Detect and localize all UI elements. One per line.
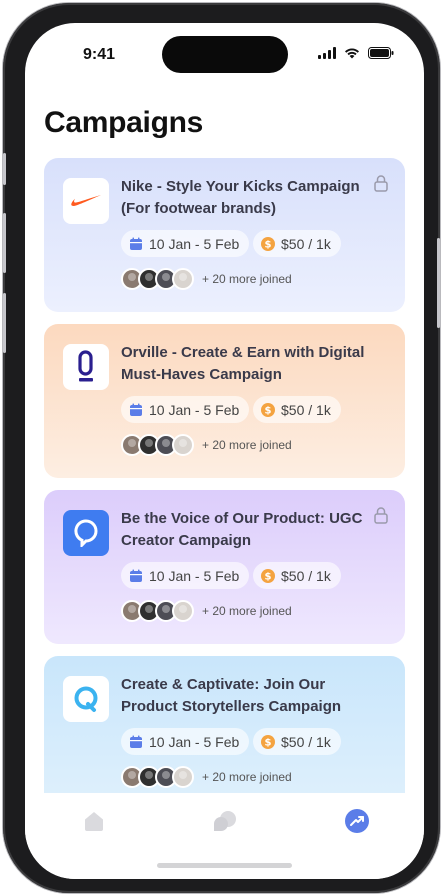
- chat-pin-logo: [63, 510, 109, 556]
- volume-down-button: [3, 293, 6, 353]
- tab-bar: [25, 793, 424, 879]
- calendar-icon: [130, 569, 142, 582]
- date-range-text: 10 Jan - 5 Feb: [149, 401, 240, 418]
- campaign-card-ugc[interactable]: Be the Voice of Our Product: UGC Creator…: [44, 490, 405, 644]
- coin-icon: $: [261, 236, 275, 251]
- avatar: [172, 766, 194, 788]
- home-indicator[interactable]: [157, 863, 292, 868]
- date-range-pill: 10 Jan - 5 Feb: [121, 396, 250, 423]
- price-pill: $ $50 / 1k: [253, 728, 341, 755]
- price-text: $50 / 1k: [281, 733, 331, 750]
- battery-icon: [368, 47, 394, 59]
- nike-logo: [63, 178, 109, 224]
- status-time: 9:41: [83, 46, 116, 63]
- page-title: Campaigns: [44, 106, 204, 139]
- svg-text:$: $: [265, 239, 272, 250]
- coin-icon: $: [261, 568, 275, 583]
- wifi-icon: [345, 48, 359, 59]
- dynamic-island: [162, 36, 288, 73]
- campaign-card-orville[interactable]: Orville - Create & Earn with Digital Mus…: [44, 324, 405, 478]
- q-logo: [63, 676, 109, 722]
- date-range-pill: 10 Jan - 5 Feb: [121, 230, 250, 257]
- campaign-title: Nike - Style Your Kicks Campaign (For fo…: [121, 178, 360, 217]
- participants: + 20 more joined: [121, 268, 292, 290]
- avatar: [172, 434, 194, 456]
- orville-logo: [63, 344, 109, 390]
- avatar: [172, 600, 194, 622]
- svg-text:$: $: [265, 737, 272, 748]
- campaign-title: Be the Voice of Our Product: UGC Creator…: [121, 510, 363, 549]
- lock-icon[interactable]: [373, 506, 389, 524]
- calendar-icon: [130, 237, 142, 250]
- participants: + 20 more joined: [121, 600, 292, 622]
- status-icons: [318, 47, 394, 59]
- price-text: $50 / 1k: [281, 401, 331, 418]
- campaign-card-nike[interactable]: Nike - Style Your Kicks Campaign (For fo…: [44, 158, 405, 312]
- coin-icon: $: [261, 402, 275, 417]
- tab-home[interactable]: [80, 807, 108, 835]
- price-pill: $ $50 / 1k: [253, 230, 341, 257]
- date-range-text: 10 Jan - 5 Feb: [149, 567, 240, 584]
- svg-text:$: $: [265, 571, 272, 582]
- participants: + 20 more joined: [121, 434, 292, 456]
- volume-up-button: [3, 213, 6, 273]
- coin-icon: $: [261, 734, 275, 749]
- lock-icon[interactable]: [373, 174, 389, 192]
- price-text: $50 / 1k: [281, 567, 331, 584]
- joined-count: + 20 more joined: [202, 438, 292, 452]
- participants: + 20 more joined: [121, 766, 292, 788]
- price-pill: $ $50 / 1k: [253, 396, 341, 423]
- price-text: $50 / 1k: [281, 235, 331, 252]
- joined-count: + 20 more joined: [202, 272, 292, 286]
- joined-count: + 20 more joined: [202, 604, 292, 618]
- mute-switch: [3, 153, 6, 185]
- growth-arrow-icon: [345, 809, 369, 833]
- power-button: [437, 238, 440, 328]
- joined-count: + 20 more joined: [202, 770, 292, 784]
- tab-growth[interactable]: [343, 807, 371, 835]
- date-range-text: 10 Jan - 5 Feb: [149, 733, 240, 750]
- campaign-title: Orville - Create & Earn with Digital Mus…: [121, 344, 365, 383]
- chat-bubbles-icon: [214, 811, 236, 831]
- phone-frame: 9:41 Campaigns Nike - Style Your Kicks C…: [3, 3, 440, 893]
- svg-text:$: $: [265, 405, 272, 416]
- campaign-title: Create & Captivate: Join Our Product Sto…: [121, 676, 342, 715]
- date-range-pill: 10 Jan - 5 Feb: [121, 562, 250, 589]
- screen: 9:41 Campaigns Nike - Style Your Kicks C…: [25, 23, 424, 879]
- price-pill: $ $50 / 1k: [253, 562, 341, 589]
- avatar: [172, 268, 194, 290]
- tab-chat[interactable]: [211, 807, 239, 835]
- calendar-icon: [130, 735, 142, 748]
- home-icon: [85, 812, 103, 831]
- signal-icon: [318, 47, 336, 59]
- calendar-icon: [130, 403, 142, 416]
- date-range-pill: 10 Jan - 5 Feb: [121, 728, 250, 755]
- date-range-text: 10 Jan - 5 Feb: [149, 235, 240, 252]
